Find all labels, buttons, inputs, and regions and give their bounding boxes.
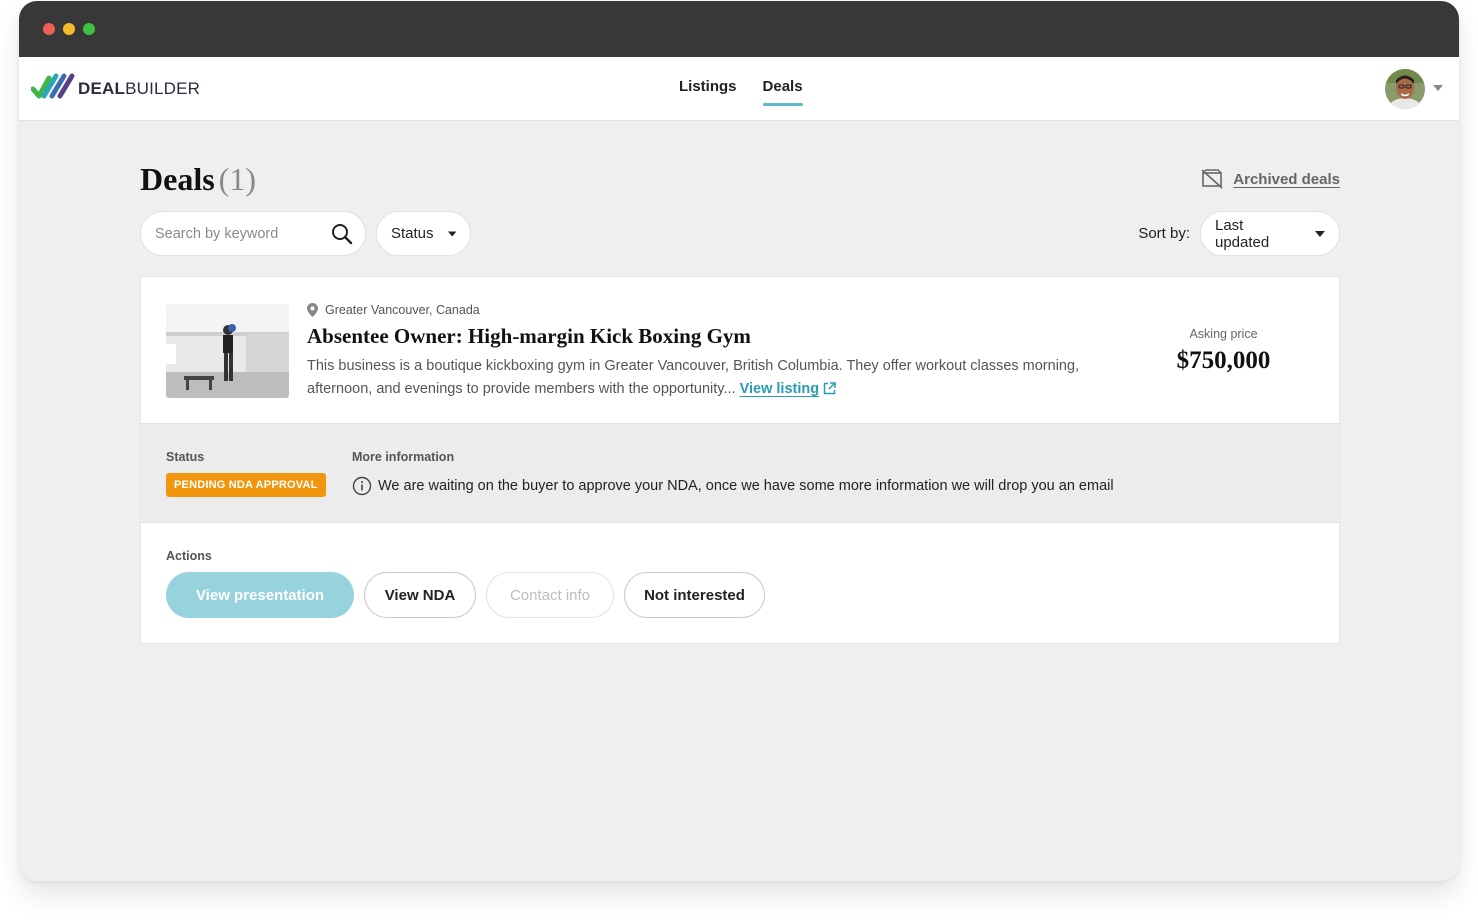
page-title: Deals (1): [140, 161, 256, 197]
listing-description: This business is a boutique kickboxing g…: [307, 355, 1107, 401]
asking-price-value: $750,000: [1176, 347, 1271, 374]
window-titlebar: [19, 1, 1459, 57]
deal-card: Greater Vancouver, Canada Absentee Owner…: [140, 276, 1340, 644]
status-filter-dropdown[interactable]: Status: [376, 211, 471, 256]
dealbuilder-logo-icon: [31, 73, 75, 99]
description-text: This business is a boutique kickboxing g…: [307, 358, 1080, 397]
location-text: Greater Vancouver, Canada: [325, 303, 480, 317]
archived-deals-label: Archived deals: [1233, 170, 1340, 188]
main-nav: Listings Deals: [679, 57, 803, 121]
search-icon[interactable]: [331, 223, 353, 245]
view-nda-button[interactable]: View NDA: [364, 572, 476, 618]
deal-status-section: Status PENDING NDA APPROVAL More informa…: [141, 423, 1339, 523]
caret-down-icon: [447, 230, 456, 237]
contact-info-button[interactable]: Contact info: [486, 572, 614, 618]
search-input[interactable]: [155, 225, 325, 242]
view-listing-link[interactable]: View listing: [740, 381, 820, 397]
external-link-icon[interactable]: [823, 382, 836, 395]
close-window-button[interactable]: [43, 23, 55, 35]
listing-title[interactable]: Absentee Owner: High-margin Kick Boxing …: [307, 324, 751, 349]
nav-listings[interactable]: Listings: [679, 57, 737, 121]
status-filter-label: Status: [391, 225, 434, 242]
chevron-down-icon[interactable]: [1433, 85, 1443, 91]
maximize-window-button[interactable]: [83, 23, 95, 35]
browser-window: DEALBUILDER Listings Deals Deals (1) Arc…: [19, 1, 1459, 881]
status-badge: PENDING NDA APPROVAL: [166, 473, 326, 497]
search-box: [140, 211, 366, 256]
sort-value: Last updated: [1215, 216, 1270, 251]
not-interested-button[interactable]: Not interested: [624, 572, 765, 618]
archive-icon: [1201, 169, 1223, 189]
listing-location: Greater Vancouver, Canada: [307, 303, 480, 317]
user-avatar-image: [1385, 69, 1425, 109]
caret-down-icon: [1315, 230, 1325, 237]
listing-thumbnail[interactable]: [166, 304, 289, 398]
dealbuilder-logo[interactable]: DEALBUILDER: [31, 72, 200, 100]
more-information-row: We are waiting on the buyer to approve y…: [352, 476, 1114, 496]
asking-price-label: Asking price: [1189, 327, 1258, 341]
actions-label: Actions: [166, 549, 212, 563]
info-icon: [352, 476, 372, 496]
sort-by-label: Sort by:: [1138, 225, 1190, 242]
status-section-label: Status: [166, 450, 205, 464]
view-presentation-button[interactable]: View presentation: [166, 572, 354, 618]
more-information-label: More information: [352, 450, 455, 464]
archived-deals-link[interactable]: Archived deals: [1201, 169, 1340, 189]
user-avatar[interactable]: [1385, 69, 1425, 109]
listing-thumbnail-image: [166, 304, 289, 398]
sort-dropdown[interactable]: Last updated: [1200, 211, 1340, 256]
location-pin-icon: [307, 303, 318, 317]
more-information-text: We are waiting on the buyer to approve y…: [378, 478, 1114, 494]
minimize-window-button[interactable]: [63, 23, 75, 35]
top-navbar: DEALBUILDER Listings Deals: [19, 57, 1459, 121]
logo-wordmark: DEALBUILDER: [78, 79, 201, 98]
deals-count: (1): [218, 161, 256, 197]
nav-deals[interactable]: Deals: [762, 57, 803, 121]
